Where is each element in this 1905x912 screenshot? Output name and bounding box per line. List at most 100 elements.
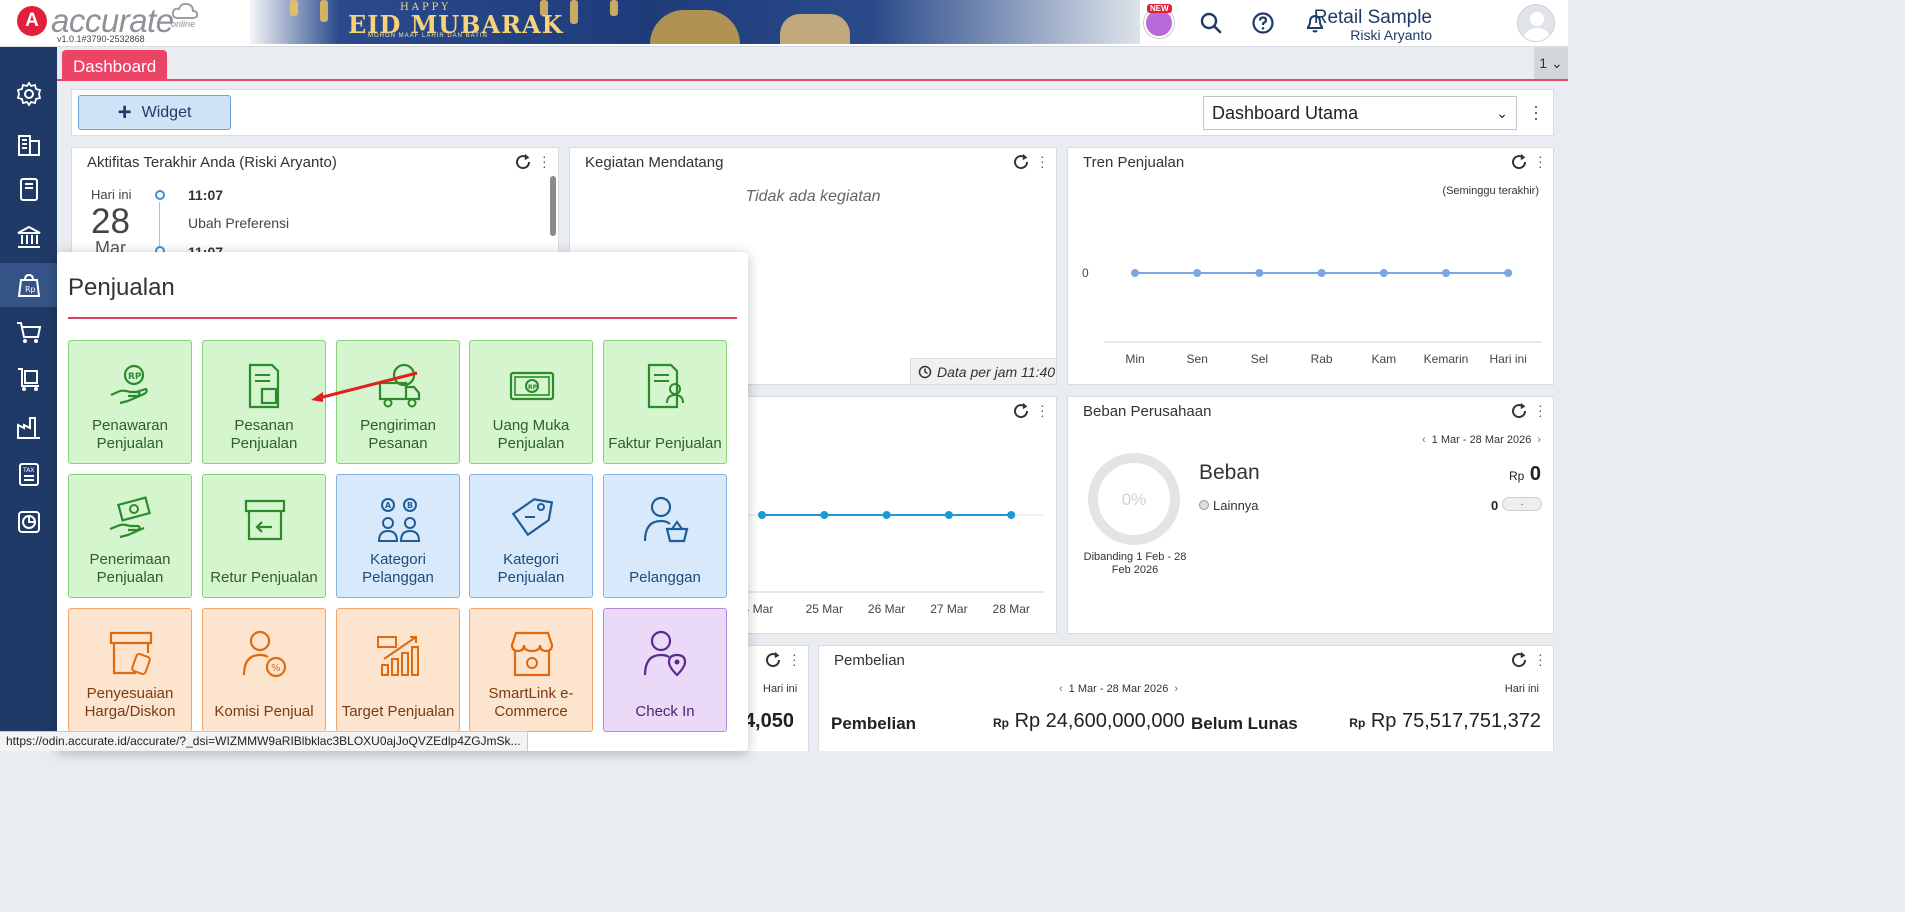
refresh-icon[interactable] [514,153,532,171]
data-point[interactable] [1317,269,1326,277]
data-point[interactable] [944,511,953,519]
legend-dot [1199,500,1209,510]
logo-online-text: online [171,19,196,29]
chevron-left-icon[interactable]: ‹ [1059,683,1063,695]
expense-row-label: Lainnya [1213,498,1259,513]
user-name[interactable]: Riski Aryanto [1350,27,1432,43]
add-widget-button[interactable]: + Widget [78,95,231,130]
svg-text:B: B [407,501,413,510]
sidebar-item-reports[interactable] [0,500,57,544]
expense-more-icon[interactable]: · · · [1538,398,1543,422]
data-point[interactable] [1379,269,1388,277]
activity-scrollbar[interactable] [550,176,556,236]
tag-icon [511,498,554,537]
expense-title: Beban Perusahaan [1083,403,1212,420]
refresh-icon[interactable] [1012,153,1030,171]
chevron-right-icon[interactable]: › [1537,434,1541,446]
activity-time: 11:07 [188,187,224,203]
expense-total-value: 0 [1529,463,1541,485]
tile-pelanggan[interactable]: Pelanggan [603,474,727,598]
tile-kategori-pelanggan[interactable]: A B Kategori Pelanggan [336,474,460,598]
inventory-icon [17,368,39,391]
x-tick-label: Kam [1371,352,1396,366]
trend-chart: 0 Min Sen Sel Rab Kam Kemarin Hari ini [1082,266,1542,366]
refresh-icon[interactable] [1510,651,1528,669]
hand-coin-icon: RP [110,364,148,405]
svg-text:A: A [385,501,392,510]
top-bar: A accurate online v1.0.1#3790-2532868 HA… [0,0,1568,47]
tile-label: Penerimaan Penjualan [89,551,171,586]
tile-penerimaan-penjualan[interactable]: Penerimaan Penjualan [68,474,192,598]
data-point[interactable] [1504,269,1513,277]
unpaid-currency: Rp [1349,716,1366,730]
logo-mark-icon: A [17,6,47,36]
popup-title: Penjualan [68,274,175,301]
events-more-icon[interactable]: · · · [1040,149,1045,173]
data-point[interactable] [1442,269,1450,277]
sidebar-item-sales[interactable]: Rp [0,263,57,307]
company-name[interactable]: Retail Sample [1314,7,1432,29]
data-point[interactable] [820,511,829,519]
eid-banner: HAPPY EID MUBARAK MOHON MAAF LAHIR DAN B… [250,0,1140,44]
events-footer: Data per jam 11:40 [910,358,1056,384]
check-in-icon [643,630,687,677]
svg-text:%: % [271,663,281,674]
building-icon [17,135,40,156]
tile-faktur-penjualan[interactable]: Faktur Penjualan [603,340,727,464]
sidebar-item-settings[interactable] [0,72,57,116]
tile-retur-penjualan[interactable]: Retur Penjualan [202,474,326,598]
data-point[interactable] [1193,269,1202,277]
data-point[interactable] [1255,269,1264,277]
sidebar-item-company[interactable] [0,122,57,166]
partial-more-icon[interactable]: · · · [792,647,797,671]
sidebar-item-ledger[interactable] [0,167,57,211]
tab-count-dropdown[interactable]: 1 ⌄ [1534,47,1568,79]
tile-target-penjualan[interactable]: Target Penjualan [336,608,460,732]
add-widget-label: Widget [141,103,192,121]
sidebar-item-assets[interactable] [0,405,57,449]
tile-kategori-penjualan[interactable]: Kategori Penjualan [469,474,593,598]
expense-heading: Beban [1199,461,1260,484]
data-point[interactable] [1007,511,1016,519]
activity-more-icon[interactable]: · · · [542,149,547,173]
refresh-icon[interactable] [1510,402,1528,420]
tab-dashboard[interactable]: Dashboard [62,50,168,81]
events-title: Kegiatan Mendatang [585,154,724,171]
dashboard-select[interactable]: Dashboard Utama ⌄ [1203,96,1517,130]
tile-label: Faktur Penjualan [608,435,722,452]
tile-label: Komisi Penjual [214,703,314,720]
purchase-card: Pembelian · · · ‹ 1 Mar - 28 Mar 2026 › Ha… [818,645,1554,751]
purchase-label: Pembelian [831,714,917,733]
tile-penawaran-penjualan[interactable]: RP Penawaran Penjualan [68,340,192,464]
data-point[interactable] [1131,269,1139,277]
sidebar-item-inventory[interactable] [0,357,57,401]
tile-komisi-penjual[interactable]: % Komisi Penjual [202,608,326,732]
data-point[interactable] [882,511,891,519]
activity-text[interactable]: Ubah Preferensi [188,215,289,231]
tile-label: Check In [635,703,695,720]
x-tick-label: Sen [1187,352,1208,366]
sidebar-item-bank[interactable] [0,215,57,259]
tile-penyesuaian-harga[interactable]: Penyesuaian Harga/Diskon [68,608,192,732]
tile-smartlink-ecommerce[interactable]: SmartLink e-Commerce [469,608,593,732]
toolbar-more-icon[interactable]: · · · [1531,97,1541,127]
purchase-range-text: 1 Mar - 28 Mar 2026 [1068,683,1169,695]
sidebar-item-purchase[interactable] [0,310,57,354]
purchase-value: Rp Rp 24,600,000,000 [993,710,1185,733]
refresh-icon[interactable] [764,651,782,669]
purchase-more-icon[interactable]: · · · [1538,647,1543,671]
app-logo[interactable]: A accurate [17,4,174,37]
user-avatar[interactable] [1517,4,1555,42]
data-point[interactable] [758,511,766,519]
tile-label: Kategori Pelanggan [362,551,434,586]
chevron-left-icon[interactable]: ‹ [1422,434,1426,446]
tile-uang-muka-penjualan[interactable]: RP Uang Muka Penjualan [469,340,593,464]
sidebar-item-tax[interactable]: TAX [0,452,57,496]
partial-value: 4,050 [743,710,794,732]
search-icon[interactable] [1199,11,1223,35]
tile-check-in[interactable]: Check In [603,608,727,732]
unpaid-value: Rp Rp 75,517,751,372 [1349,710,1541,733]
help-icon[interactable] [1251,11,1275,35]
chevron-right-icon[interactable]: › [1174,683,1178,695]
tile-label: SmartLink e-Commerce [488,685,574,720]
